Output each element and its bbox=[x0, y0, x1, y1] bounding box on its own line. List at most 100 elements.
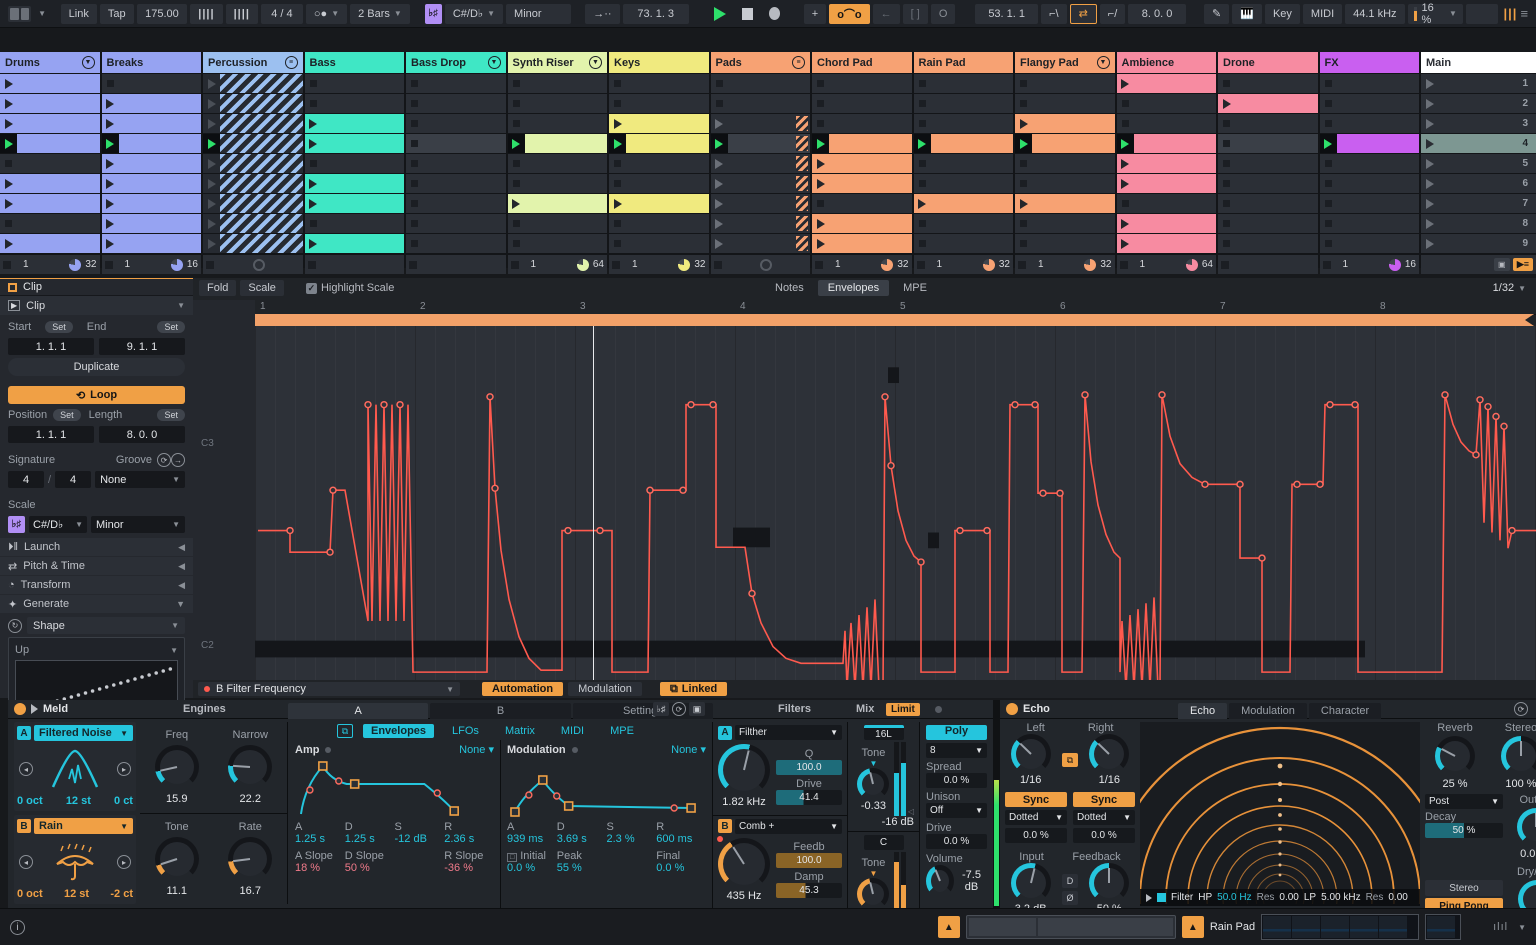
clip-slot[interactable] bbox=[507, 154, 607, 173]
clip-slot[interactable] bbox=[1015, 74, 1115, 93]
hp-res[interactable]: 0.00 bbox=[1279, 892, 1298, 903]
breakpoint-handle[interactable] bbox=[1476, 396, 1484, 404]
collapse-icon[interactable]: ▼ bbox=[177, 301, 185, 310]
mod-decay[interactable]: 3.69 s bbox=[557, 833, 607, 845]
re-enable-automation-button[interactable]: ← bbox=[872, 3, 900, 24]
session-record-button[interactable]: O bbox=[930, 3, 956, 24]
clip-slot[interactable] bbox=[507, 74, 607, 93]
amp-a-slope[interactable]: 18 % bbox=[295, 862, 345, 874]
clip-chip-hatched[interactable] bbox=[796, 116, 808, 131]
next-engine-icon[interactable]: ▸ bbox=[117, 855, 131, 869]
clip-launch-zone[interactable] bbox=[1117, 194, 1134, 213]
breakpoint-handle[interactable] bbox=[887, 461, 895, 470]
clip-slot[interactable] bbox=[1116, 94, 1216, 113]
clip-view-preview[interactable] bbox=[965, 915, 1176, 939]
clip-launch-zone[interactable] bbox=[1320, 94, 1337, 113]
clip-slot[interactable] bbox=[507, 114, 607, 133]
clip-body[interactable] bbox=[1133, 234, 1216, 253]
clip-launch-zone[interactable] bbox=[1218, 174, 1235, 193]
track-stop-row[interactable]: 1 32 bbox=[812, 255, 912, 274]
breakpoint-handle[interactable] bbox=[364, 400, 372, 409]
breakpoint-handle[interactable] bbox=[396, 400, 404, 409]
clip-slot[interactable] bbox=[304, 74, 404, 93]
clip-launch-zone[interactable] bbox=[711, 194, 728, 213]
scene-slot[interactable]: 8 bbox=[1421, 214, 1536, 233]
clip-slot[interactable] bbox=[304, 214, 404, 233]
tab-b[interactable]: B bbox=[430, 703, 571, 719]
signature-numerator-field[interactable]: 4 bbox=[8, 471, 44, 488]
filter-b-freq-knob[interactable] bbox=[718, 837, 770, 890]
track-stop-row[interactable] bbox=[710, 255, 810, 274]
engine-a-semi[interactable]: 12 st bbox=[66, 795, 91, 807]
clip-launch-zone[interactable] bbox=[101, 214, 119, 233]
clip-slot[interactable] bbox=[913, 134, 1013, 153]
clip-launch-zone[interactable] bbox=[0, 74, 17, 93]
clip-launch-zone[interactable] bbox=[203, 154, 220, 173]
clip-launch-zone[interactable] bbox=[305, 74, 322, 93]
clip-slot[interactable] bbox=[304, 194, 404, 213]
clip-launch-zone[interactable] bbox=[609, 74, 626, 93]
clip-launch-zone[interactable] bbox=[507, 194, 525, 213]
track-stop-row[interactable] bbox=[203, 255, 303, 274]
beat-time-ruler[interactable]: 1 2 3 4 5 6 7 8 bbox=[255, 300, 1536, 315]
info-icon[interactable]: i bbox=[10, 919, 25, 935]
tab-modulation[interactable]: Modulation bbox=[1229, 703, 1307, 719]
amp-attack[interactable]: 1.25 s bbox=[295, 833, 345, 845]
clip-slot[interactable] bbox=[1015, 234, 1115, 253]
clip-launch-zone[interactable] bbox=[1015, 174, 1032, 193]
clip-launch-zone[interactable] bbox=[1116, 174, 1134, 193]
nudge-down-icon[interactable]: |||| bbox=[190, 3, 223, 24]
shape-mode-menu[interactable]: Up ▼ bbox=[15, 642, 178, 658]
clip-slot[interactable] bbox=[0, 74, 100, 93]
breakpoint-handle[interactable] bbox=[983, 526, 991, 535]
computer-midi-keyboard-button[interactable]: 🎹 bbox=[1232, 3, 1262, 24]
clip-launch-zone[interactable] bbox=[0, 94, 17, 113]
clip-slot[interactable] bbox=[1116, 114, 1216, 133]
follow-action-pie-icon[interactable] bbox=[982, 258, 995, 271]
automation-canvas[interactable] bbox=[255, 326, 1536, 689]
clip-slot[interactable] bbox=[406, 214, 506, 233]
clip-slot[interactable] bbox=[406, 194, 506, 213]
amp-r-slope[interactable]: -36 % bbox=[444, 862, 494, 874]
scene-slot[interactable]: 6 bbox=[1421, 174, 1536, 193]
clip-slot[interactable] bbox=[1116, 134, 1216, 153]
scene-slot[interactable]: 4 bbox=[1421, 134, 1536, 153]
clip-launch-zone[interactable] bbox=[101, 174, 119, 193]
clip-launch-zone[interactable] bbox=[711, 154, 728, 173]
clip-slot[interactable] bbox=[1116, 74, 1216, 93]
clip-slot[interactable] bbox=[812, 74, 912, 93]
filter-b-damp[interactable]: 45.3 bbox=[776, 883, 842, 898]
clip-chip-hatched[interactable] bbox=[796, 216, 808, 231]
clip-launch-zone[interactable] bbox=[1218, 114, 1235, 133]
limit-button[interactable]: Limit bbox=[886, 703, 920, 716]
clip-slot[interactable] bbox=[304, 154, 404, 173]
clip-slot[interactable] bbox=[507, 134, 607, 153]
breakpoint-handle[interactable] bbox=[1326, 400, 1334, 409]
tab-mpe[interactable]: MPE bbox=[893, 280, 937, 296]
clip-slot[interactable] bbox=[710, 234, 810, 253]
clip-slot[interactable] bbox=[203, 114, 303, 133]
automation-arm-button[interactable]: o⌒o bbox=[829, 3, 870, 24]
mix-a-tone-knob[interactable] bbox=[857, 767, 890, 800]
clip-launch-zone[interactable] bbox=[609, 154, 626, 173]
clip-slot[interactable] bbox=[913, 234, 1013, 253]
automation-curve[interactable] bbox=[258, 394, 1536, 689]
back-to-arrangement-icon[interactable]: ▣ bbox=[1493, 258, 1510, 271]
clip-launch-zone[interactable] bbox=[1218, 234, 1235, 253]
loop-length-field[interactable]: 8. 0. 0 bbox=[99, 426, 185, 443]
clip-slot[interactable] bbox=[203, 74, 303, 93]
clip-slot[interactable] bbox=[203, 154, 303, 173]
clip-launch-zone[interactable] bbox=[1218, 194, 1235, 213]
clip-body[interactable] bbox=[118, 214, 201, 233]
breakpoint-handle[interactable] bbox=[917, 558, 925, 566]
clip-slot[interactable] bbox=[304, 94, 404, 113]
clip-slot[interactable] bbox=[203, 94, 303, 113]
amp-envelope-graph[interactable] bbox=[295, 756, 494, 818]
clip-launch-zone[interactable] bbox=[203, 194, 220, 213]
loop-length-field[interactable]: 8. 0. 0 bbox=[1128, 3, 1186, 24]
clip-slot[interactable] bbox=[1015, 194, 1115, 213]
clip-slot[interactable] bbox=[1116, 194, 1216, 213]
clip-slot[interactable] bbox=[101, 134, 201, 153]
breakpoint-handle[interactable] bbox=[748, 589, 756, 598]
clip-launch-zone[interactable] bbox=[305, 214, 322, 233]
